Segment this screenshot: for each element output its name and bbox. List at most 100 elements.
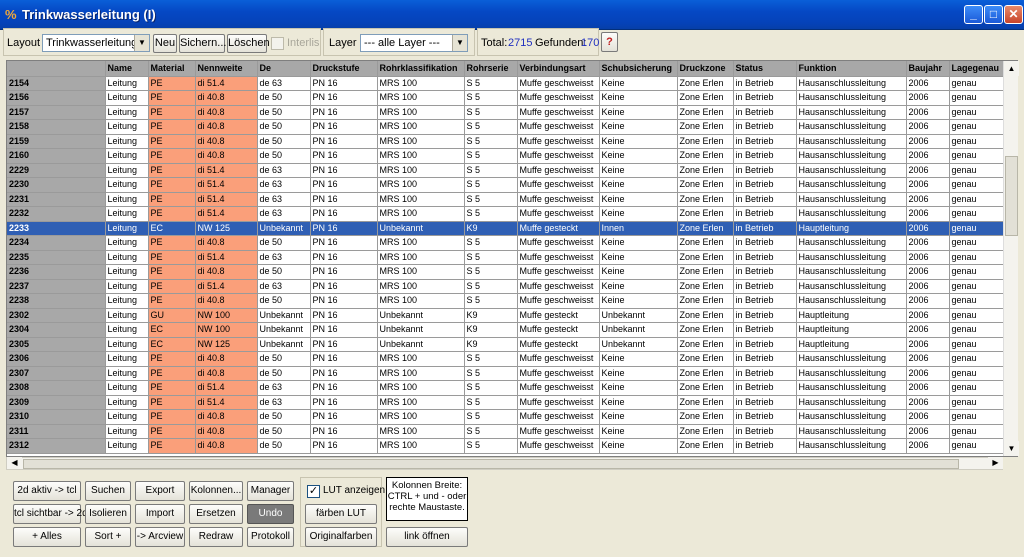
alles-button[interactable]: + Alles — [13, 527, 81, 547]
interlis-checkbox[interactable] — [271, 37, 284, 50]
table-cell[interactable]: S 5 — [464, 105, 518, 120]
row-id[interactable]: 2235 — [7, 250, 106, 265]
table-cell[interactable]: Keine — [599, 366, 678, 381]
table-cell[interactable]: PN 16 — [310, 250, 378, 265]
table-cell[interactable]: Leitung — [105, 90, 149, 106]
table-cell[interactable]: PN 16 — [310, 264, 378, 280]
table-cell[interactable]: Unbekannt — [257, 221, 311, 236]
table-row[interactable]: 2232 Leitung PE di 51.4 de 63 PN 16 MRS 100 S 5… — [7, 206, 1017, 222]
table-cell[interactable]: in Betrieb — [733, 337, 797, 352]
table-cell[interactable]: S 5 — [464, 409, 518, 425]
table-cell[interactable]: MRS 100 — [377, 90, 465, 106]
column-header[interactable]: Nennweite — [195, 61, 258, 77]
table-cell[interactable]: PN 16 — [310, 395, 378, 410]
table-cell[interactable]: di 40.8 — [195, 366, 258, 381]
table-cell[interactable]: in Betrieb — [733, 293, 797, 309]
table-cell[interactable]: 2006 — [906, 380, 950, 396]
row-id[interactable]: 2157 — [7, 105, 106, 120]
table-cell[interactable]: Leitung — [105, 206, 149, 222]
table-row[interactable]: 2238 Leitung PE di 40.8 de 50 PN 16 MRS 100 S 5… — [7, 293, 1017, 309]
table-cell[interactable]: MRS 100 — [377, 148, 465, 164]
table-cell[interactable]: Hauptleitung — [796, 337, 907, 352]
table-cell[interactable]: Hausanschlussleitung — [796, 192, 907, 207]
table-cell[interactable]: Leitung — [105, 366, 149, 381]
table-cell[interactable]: PN 16 — [310, 293, 378, 309]
table-cell[interactable]: Hausanschlussleitung — [796, 148, 907, 164]
table-cell[interactable]: Zone Erlen — [677, 250, 734, 265]
row-id[interactable]: 2236 — [7, 264, 106, 280]
table-cell[interactable]: de 50 — [257, 424, 311, 439]
table-cell[interactable]: Muffe geschweisst — [517, 293, 600, 309]
table-cell[interactable]: 2006 — [906, 337, 950, 352]
table-row[interactable]: 2158 Leitung PE di 40.8 de 50 PN 16 MRS 100 S 5… — [7, 119, 1017, 135]
table-cell[interactable]: Muffe geschweisst — [517, 250, 600, 265]
table-cell[interactable]: MRS 100 — [377, 438, 465, 454]
table-cell[interactable]: PE — [148, 279, 196, 294]
table-cell[interactable]: Muffe geschweisst — [517, 90, 600, 106]
table-cell[interactable]: Zone Erlen — [677, 90, 734, 106]
table-cell[interactable]: S 5 — [464, 90, 518, 106]
table-cell[interactable]: Muffe geschweisst — [517, 264, 600, 280]
table-cell[interactable]: di 51.4 — [195, 177, 258, 193]
table-cell[interactable]: S 5 — [464, 424, 518, 439]
table-row[interactable]: 2159 Leitung PE di 40.8 de 50 PN 16 MRS 100 S 5… — [7, 134, 1017, 149]
column-header[interactable]: Baujahr — [906, 61, 950, 77]
table-cell[interactable]: S 5 — [464, 235, 518, 251]
table-row[interactable]: 2307 Leitung PE di 40.8 de 50 PN 16 MRS 100 S 5… — [7, 366, 1017, 381]
table-cell[interactable]: Leitung — [105, 279, 149, 294]
table-cell[interactable]: de 50 — [257, 366, 311, 381]
table-cell[interactable]: PE — [148, 438, 196, 454]
table-cell[interactable]: 2006 — [906, 322, 950, 338]
table-cell[interactable]: Zone Erlen — [677, 235, 734, 251]
table-cell[interactable]: 2006 — [906, 105, 950, 120]
table-cell[interactable]: PN 16 — [310, 279, 378, 294]
row-id[interactable]: 2312 — [7, 438, 106, 454]
table-cell[interactable]: PN 16 — [310, 424, 378, 439]
table-cell[interactable]: PN 16 — [310, 221, 378, 236]
maximize-button[interactable]: □ — [984, 5, 1003, 24]
table-cell[interactable]: di 51.4 — [195, 163, 258, 178]
protokoll-button[interactable]: Protokoll — [247, 527, 294, 547]
horizontal-scrollbar[interactable]: ◀ ▶ — [6, 457, 1003, 470]
table-row[interactable]: 2230 Leitung PE di 51.4 de 63 PN 16 MRS 100 S 5… — [7, 177, 1017, 193]
table-cell[interactable]: Muffe geschweisst — [517, 105, 600, 120]
table-cell[interactable]: Unbekannt — [599, 322, 678, 338]
table-cell[interactable]: Hauptleitung — [796, 322, 907, 338]
table-cell[interactable]: Muffe gesteckt — [517, 308, 600, 323]
table-row[interactable]: 2237 Leitung PE di 51.4 de 63 PN 16 MRS 100 S 5… — [7, 279, 1017, 294]
table-cell[interactable]: in Betrieb — [733, 250, 797, 265]
layout-select[interactable]: Trinkwasserleitung ▼ — [42, 34, 150, 52]
table-cell[interactable]: di 40.8 — [195, 424, 258, 439]
table-cell[interactable]: Unbekannt — [599, 337, 678, 352]
table-cell[interactable]: in Betrieb — [733, 395, 797, 410]
table-cell[interactable]: de 63 — [257, 163, 311, 178]
table-row[interactable]: 2304 Leitung EC NW 100 Unbekannt PN 16 Unbekan… — [7, 322, 1017, 338]
table-cell[interactable]: PE — [148, 351, 196, 367]
table-cell[interactable]: NW 125 — [195, 221, 258, 236]
table-cell[interactable]: de 50 — [257, 235, 311, 251]
table-cell[interactable]: Muffe geschweisst — [517, 134, 600, 149]
table-cell[interactable]: de 63 — [257, 380, 311, 396]
loeschen-button[interactable]: Löschen — [227, 34, 270, 53]
table-cell[interactable]: Hausanschlussleitung — [796, 380, 907, 396]
table-cell[interactable]: Keine — [599, 148, 678, 164]
table-cell[interactable]: Leitung — [105, 177, 149, 193]
table-cell[interactable]: PN 16 — [310, 337, 378, 352]
table-row[interactable]: 2231 Leitung PE di 51.4 de 63 PN 16 MRS 100 S 5… — [7, 192, 1017, 207]
table-cell[interactable]: di 40.8 — [195, 235, 258, 251]
table-cell[interactable]: Hausanschlussleitung — [796, 279, 907, 294]
table-cell[interactable]: Muffe geschweisst — [517, 119, 600, 135]
table-row[interactable]: 2235 Leitung PE di 51.4 de 63 PN 16 MRS 100 S 5… — [7, 250, 1017, 265]
table-cell[interactable]: S 5 — [464, 163, 518, 178]
table-cell[interactable]: Zone Erlen — [677, 76, 734, 91]
table-cell[interactable]: PN 16 — [310, 192, 378, 207]
table-cell[interactable]: Keine — [599, 206, 678, 222]
table-cell[interactable]: de 63 — [257, 206, 311, 222]
table-cell[interactable]: MRS 100 — [377, 351, 465, 367]
table-cell[interactable]: Keine — [599, 250, 678, 265]
table-cell[interactable]: PN 16 — [310, 148, 378, 164]
table-cell[interactable]: Muffe geschweisst — [517, 395, 600, 410]
table-cell[interactable]: PN 16 — [310, 76, 378, 91]
minimize-button[interactable]: _ — [964, 5, 983, 24]
row-id[interactable]: 2231 — [7, 192, 106, 207]
